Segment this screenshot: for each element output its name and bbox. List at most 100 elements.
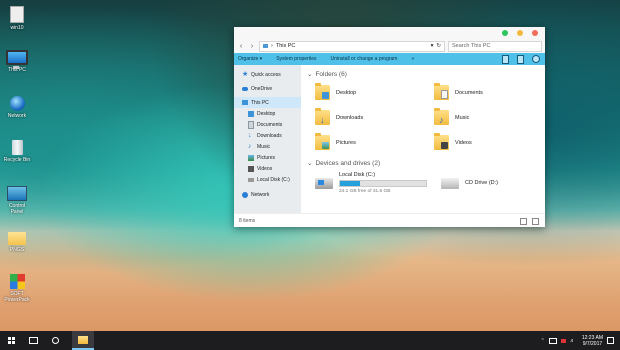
navigation-bar: ‹ › › This PC ▾ ↻ Search This PC (234, 39, 545, 53)
system-properties-button[interactable]: System properties (276, 56, 316, 62)
explorer-window: ‹ › › This PC ▾ ↻ Search This PC Organiz… (234, 27, 545, 227)
desktop-icon-win10[interactable]: win10 (2, 6, 32, 31)
preview-pane-icon[interactable] (517, 55, 524, 64)
clock-date: 9/7/2017 (582, 340, 603, 347)
back-button[interactable]: ‹ (237, 42, 245, 51)
sidebar-item-network[interactable]: Network (234, 189, 301, 200)
folder-label: Documents (455, 89, 483, 96)
pictures-icon (248, 154, 254, 161)
folder-downloads[interactable]: ↓ Downloads (307, 105, 420, 130)
downloads-folder-icon: ↓ (315, 108, 330, 125)
monitor-icon (6, 50, 28, 69)
task-view-icon (28, 337, 38, 344)
sidebar-item-label: Music (257, 143, 271, 150)
sidebar-item-label: This PC (251, 99, 269, 106)
address-bar[interactable]: › This PC ▾ ↻ (259, 40, 445, 52)
view-options-icon[interactable] (502, 55, 509, 64)
group-title: Folders (6) (315, 70, 347, 78)
sidebar-item-this-pc[interactable]: This PC (234, 97, 301, 108)
sidebar-item-onedrive[interactable]: OneDrive (234, 83, 301, 94)
sidebar-item-downloads[interactable]: ↓ Downloads (234, 130, 301, 141)
clock[interactable]: 12:23 AM 9/7/2017 (582, 335, 603, 347)
start-button[interactable] (0, 331, 22, 350)
close-button[interactable] (532, 30, 538, 36)
desktop-icon-this-pc[interactable]: This PC (2, 50, 32, 73)
minimize-button[interactable] (517, 30, 523, 36)
item-count: 8 items (239, 218, 256, 224)
collapse-chevron-icon[interactable]: ⌄ (307, 159, 312, 167)
search-input[interactable]: Search This PC (448, 40, 542, 52)
taskbar-file-explorer[interactable] (72, 331, 94, 350)
network-tray-icon[interactable] (548, 337, 557, 344)
sidebar-item-label: Documents (257, 121, 283, 128)
folder-pictures[interactable]: Pictures (307, 130, 420, 155)
notifications-icon[interactable] (607, 337, 614, 344)
uninstall-program-button[interactable]: Uninstall or change a program (330, 56, 397, 62)
command-bar: Organize ▾ System properties Uninstall o… (234, 53, 545, 65)
sidebar-item-music[interactable]: ♪ Music (234, 141, 301, 152)
sidebar-item-local-disk[interactable]: Local Disk (C:) (234, 174, 301, 185)
show-hidden-icons-icon[interactable]: ⌃ (541, 338, 545, 344)
drive-usage-fill (340, 181, 361, 186)
desktop-icon-label: PNGS (9, 247, 25, 253)
title-bar[interactable] (234, 27, 545, 39)
status-bar: 8 items (234, 213, 545, 228)
folder-icon (8, 232, 26, 245)
folder-documents[interactable]: Documents (426, 80, 539, 105)
navigation-pane: ★ Quick access OneDrive This PC Desktop … (234, 65, 301, 213)
desktop-icon-label: Control Panel (8, 203, 26, 215)
search-icon (51, 337, 59, 344)
desktop-icon-network[interactable]: Network (2, 96, 32, 119)
folder-desktop[interactable]: Desktop (307, 80, 420, 105)
folder-label: Videos (455, 139, 472, 146)
organize-button[interactable]: Organize ▾ (238, 56, 262, 62)
music-folder-icon: ♪ (434, 108, 449, 125)
desktop-icon-recycle-bin[interactable]: Recycle Bin (2, 140, 32, 163)
details-view-icon[interactable] (520, 218, 527, 225)
volume-icon[interactable]: ♬ (570, 338, 575, 344)
folder-music[interactable]: ♪ Music (426, 105, 539, 130)
folder-label: Downloads (336, 114, 364, 121)
pc-icon (242, 100, 248, 105)
drive-local-disk-c[interactable]: Local Disk (C:) 24.1 GB free of 31.5 GB (307, 169, 427, 197)
desktop-icon-pngs[interactable]: PNGS (2, 232, 32, 253)
desktop-icon-control-panel[interactable]: Control Panel (2, 186, 32, 215)
sidebar-item-label: Local Disk (C:) (257, 176, 290, 183)
desktop-icon-label: SOFT PowerPack (4, 291, 30, 303)
desktop-icon-label: win10 (10, 25, 24, 31)
folder-label: Pictures (336, 139, 356, 146)
desktop-icon-label: Network (7, 113, 27, 119)
documents-folder-icon (434, 83, 449, 100)
sidebar-item-documents[interactable]: Documents (234, 119, 301, 130)
folder-label: Music (455, 114, 470, 121)
cd-drive-icon (441, 177, 459, 189)
drives-group-header[interactable]: ⌄ Devices and drives (2) (307, 157, 539, 169)
drive-free-space: 24.1 GB free of 31.5 GB (339, 189, 391, 194)
sidebar-item-pictures[interactable]: Pictures (234, 152, 301, 163)
desktop-icon-soft-powerpack[interactable]: SOFT PowerPack (2, 274, 32, 303)
refresh-icon[interactable]: ↻ (436, 43, 441, 49)
videos-folder-icon (434, 133, 449, 150)
help-icon[interactable] (532, 55, 540, 63)
taskbar: ⌃ ♬ 12:23 AM 9/7/2017 (0, 331, 620, 350)
drive-cd-d[interactable]: CD Drive (D:) (433, 169, 539, 197)
sidebar-item-label: Network (251, 191, 270, 198)
sidebar-item-videos[interactable]: Videos (234, 163, 301, 174)
action-center-icon[interactable] (560, 338, 566, 343)
folders-group-header[interactable]: ⌄ Folders (6) (307, 68, 539, 80)
dropdown-chevron-icon[interactable]: ▾ (431, 43, 434, 49)
address-path: This PC (275, 43, 296, 49)
collapse-chevron-icon[interactable]: ⌄ (307, 70, 312, 78)
maximize-button[interactable] (502, 30, 508, 36)
sidebar-item-desktop[interactable]: Desktop (234, 108, 301, 119)
large-icons-view-icon[interactable] (532, 218, 539, 225)
forward-button[interactable]: › (248, 42, 256, 51)
sidebar-item-quick-access[interactable]: ★ Quick access (234, 69, 301, 80)
more-commands-button[interactable]: » (411, 56, 414, 62)
search-button[interactable] (44, 331, 66, 350)
folder-videos[interactable]: Videos (426, 130, 539, 155)
task-view-button[interactable] (22, 331, 44, 350)
system-tray: ⌃ ♬ 12:23 AM 9/7/2017 (541, 331, 614, 350)
group-title: Devices and drives (2) (315, 159, 381, 167)
pictures-folder-icon (315, 133, 330, 150)
